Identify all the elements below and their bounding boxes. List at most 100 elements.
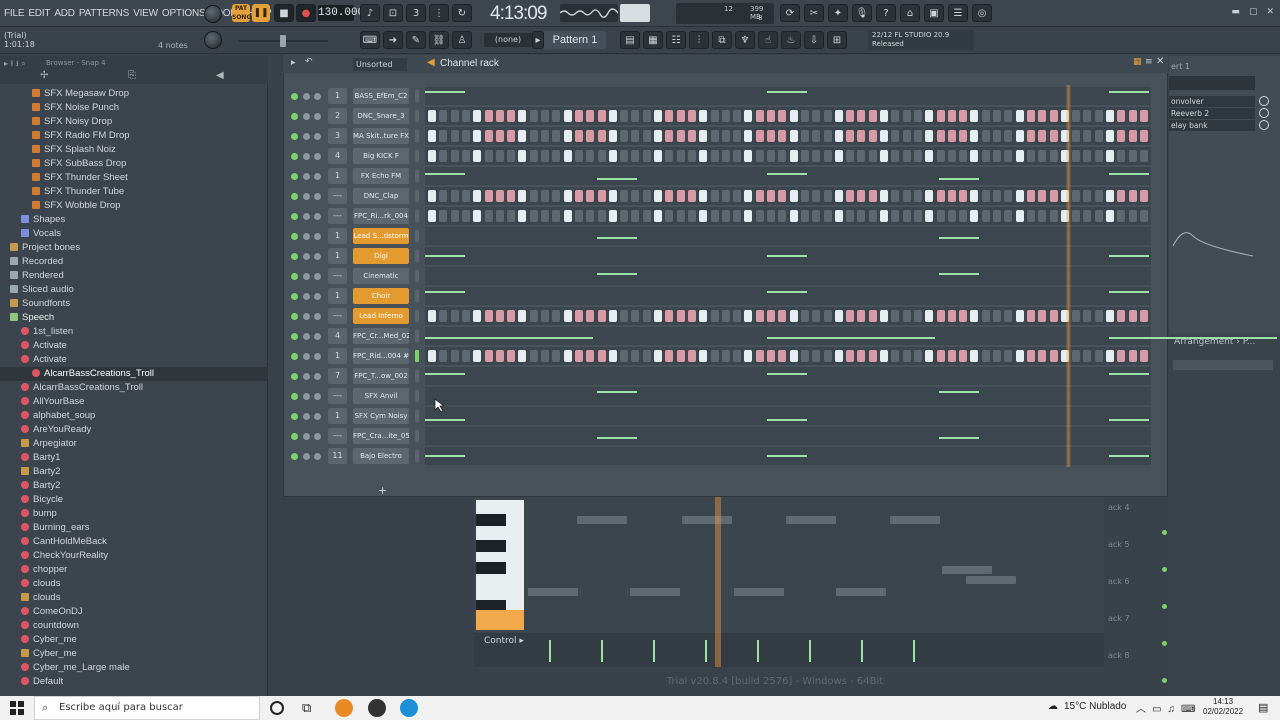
step-button[interactable]: [529, 150, 538, 162]
browser-item[interactable]: Barty2: [0, 465, 268, 479]
channel-row[interactable]: 1 Digi: [289, 247, 1153, 265]
step-button[interactable]: [518, 210, 527, 222]
step-button[interactable]: [800, 190, 809, 202]
channel-row[interactable]: --- FPC_Cra...ite_05: [289, 427, 1153, 445]
browser-item[interactable]: SFX Noisy Drop: [0, 115, 268, 129]
step-button[interactable]: [1106, 150, 1114, 162]
fl-studio-app-icon[interactable]: [335, 699, 353, 717]
browser-item[interactable]: AreYouReady: [0, 423, 268, 437]
step-button[interactable]: [970, 190, 979, 202]
volume-knob-icon[interactable]: [314, 193, 321, 200]
step-button[interactable]: [721, 130, 730, 142]
channel-row[interactable]: 2 DNC_Snare_3: [289, 107, 1153, 125]
step-button[interactable]: [428, 190, 436, 202]
step-button[interactable]: [699, 150, 708, 162]
edge-app-icon[interactable]: [400, 699, 418, 717]
step-button[interactable]: [495, 210, 504, 222]
channel-pattern-track[interactable]: [425, 387, 1151, 405]
channel-name-button[interactable]: MA Skit..ture FX: [353, 128, 409, 144]
step-button[interactable]: [947, 210, 956, 222]
step-button[interactable]: [541, 190, 549, 202]
channel-select-indicator[interactable]: [415, 110, 419, 122]
step-button[interactable]: [880, 150, 888, 162]
step-button[interactable]: [631, 130, 640, 142]
piano-roll-note[interactable]: [577, 516, 627, 524]
step-button[interactable]: [699, 350, 708, 362]
metronome-icon[interactable]: ♪: [360, 4, 380, 22]
browser-item[interactable]: chopper: [0, 563, 268, 577]
step-button[interactable]: [891, 210, 900, 222]
step-button[interactable]: [767, 350, 775, 362]
step-button[interactable]: [902, 310, 911, 322]
step-button[interactable]: [563, 310, 572, 322]
browser-item[interactable]: Barty2: [0, 479, 268, 493]
pan-knob-icon[interactable]: [303, 153, 310, 160]
browser-item[interactable]: Cyber_me: [0, 647, 268, 661]
step-button[interactable]: [733, 310, 742, 322]
step-button[interactable]: [733, 190, 742, 202]
step-button[interactable]: [597, 130, 606, 142]
volume-knob-icon[interactable]: [314, 273, 321, 280]
step-button[interactable]: [642, 210, 651, 222]
mute-led-icon[interactable]: [291, 233, 298, 240]
slot-toggle-icon[interactable]: [1259, 108, 1269, 118]
step-button[interactable]: [868, 350, 877, 362]
step-button[interactable]: [959, 110, 968, 122]
rack-arrow-icon[interactable]: ▸: [291, 58, 296, 68]
volume-knob-icon[interactable]: [314, 153, 321, 160]
step-button[interactable]: [913, 110, 922, 122]
step-button[interactable]: [461, 310, 470, 322]
step-button[interactable]: [574, 190, 583, 202]
volume-knob-icon[interactable]: [314, 353, 321, 360]
step-button[interactable]: [495, 150, 504, 162]
step-button[interactable]: [597, 150, 606, 162]
step-button[interactable]: [925, 350, 934, 362]
step-button[interactable]: [439, 190, 448, 202]
browser-item[interactable]: Soundfonts: [0, 297, 268, 311]
velocity-bar[interactable]: [653, 640, 655, 662]
mixer-icon[interactable]: ☰: [948, 4, 968, 22]
step-button[interactable]: [450, 110, 459, 122]
channel-pattern-track[interactable]: [425, 127, 1151, 145]
step-button[interactable]: [834, 350, 843, 362]
mute-led-icon[interactable]: [291, 373, 298, 380]
channel-pattern-track[interactable]: [425, 247, 1151, 265]
step-button[interactable]: [608, 150, 617, 162]
step-button[interactable]: [800, 350, 809, 362]
volume-knob-icon[interactable]: [314, 313, 321, 320]
mixer-track-number[interactable]: 4: [328, 148, 347, 164]
countdown-icon[interactable]: 3: [406, 4, 426, 22]
close-icon[interactable]: ✕: [1266, 7, 1274, 17]
arrangement-track-label[interactable]: ack 8: [1108, 651, 1130, 660]
step-button[interactable]: [563, 210, 572, 222]
step-button[interactable]: [1038, 110, 1047, 122]
obs-app-icon[interactable]: [368, 699, 386, 717]
browser-icon[interactable]: ⧉: [712, 31, 732, 49]
download-icon[interactable]: ⇩: [804, 31, 824, 49]
step-button[interactable]: [1106, 310, 1114, 322]
mute-led-icon[interactable]: [291, 193, 298, 200]
step-button[interactable]: [1038, 130, 1047, 142]
pan-knob-icon[interactable]: [303, 93, 310, 100]
mixer-track-number[interactable]: ---: [328, 268, 347, 284]
step-button[interactable]: [552, 150, 561, 162]
channel-name-button[interactable]: FPC_Rid...004 #2: [353, 348, 409, 364]
pan-knob-icon[interactable]: [303, 113, 310, 120]
mute-led-icon[interactable]: [291, 93, 298, 100]
add-channel-button[interactable]: +: [378, 484, 387, 497]
step-button[interactable]: [970, 310, 979, 322]
step-button[interactable]: [1026, 310, 1035, 322]
pattern-prev-icon[interactable]: ▸: [532, 31, 544, 49]
pattern-selector[interactable]: Pattern 1: [544, 31, 606, 49]
step-button[interactable]: [665, 110, 674, 122]
piano-roll-note[interactable]: [786, 516, 836, 524]
channel-pattern-track[interactable]: [425, 107, 1151, 125]
step-button[interactable]: [1015, 310, 1024, 322]
mixer-track-number[interactable]: ---: [328, 428, 347, 444]
mixer-track-number[interactable]: 1: [328, 248, 347, 264]
step-button[interactable]: [654, 110, 662, 122]
rack-close-icon[interactable]: ✕: [1156, 56, 1164, 67]
step-button[interactable]: [1026, 130, 1035, 142]
step-button[interactable]: [642, 190, 651, 202]
step-button[interactable]: [710, 210, 719, 222]
